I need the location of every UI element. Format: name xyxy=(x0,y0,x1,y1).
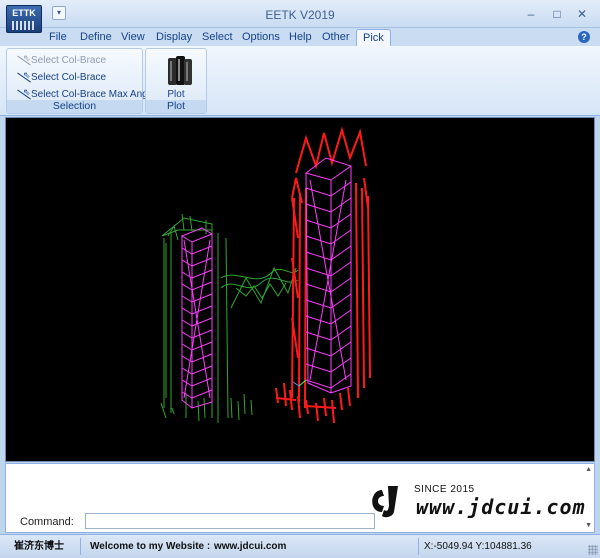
app-logo[interactable]: ETTK xyxy=(6,5,42,33)
ribbon-panel: Select Col-Brace Select Col-Brace Select… xyxy=(0,46,600,116)
status-website[interactable]: www.jdcui.com xyxy=(214,539,286,554)
command-input[interactable] xyxy=(85,513,375,529)
status-welcome: Welcome to my Website : xyxy=(90,541,211,552)
right-tower-wireframe xyxy=(275,126,371,424)
close-button[interactable]: ✕ xyxy=(573,6,591,22)
plot-button-label: Plot xyxy=(167,89,185,100)
status-coordinates: X:-5049.94 Y:104881.36 xyxy=(424,541,532,552)
watermark-url: www.jdcui.com xyxy=(416,495,586,519)
plot-group: Plot Plot xyxy=(145,48,207,114)
window-title: EETK V2019 xyxy=(265,8,335,22)
watermark-since: SINCE 2015 xyxy=(414,484,475,495)
selection-group-label: Selection xyxy=(7,100,142,113)
select-col-brace-max-angle-label: Select Col-Brace Max Angle xyxy=(31,89,156,100)
plot-icon[interactable] xyxy=(166,55,194,87)
status-bar: 崔济东博士 Welcome to my Website : www.jdcui.… xyxy=(0,534,600,558)
watermark: SINCE 2015 www.jdcui.com xyxy=(364,482,592,526)
selection-group: Select Col-Brace Select Col-Brace Select… xyxy=(6,48,156,114)
tab-select[interactable]: Select xyxy=(196,29,239,46)
tab-help[interactable]: Help xyxy=(283,29,318,46)
select-col-brace-button[interactable]: Select Col-Brace xyxy=(15,68,107,85)
structure-model-drawing[interactable] xyxy=(6,118,596,463)
tab-display[interactable]: Display xyxy=(150,29,198,46)
select-col-brace-disabled-button[interactable]: Select Col-Brace xyxy=(15,51,107,68)
app-logo-text: ETTK xyxy=(12,8,36,18)
tab-other[interactable]: Other xyxy=(316,29,356,46)
brace-select-icon xyxy=(15,51,31,67)
minimize-button[interactable]: – xyxy=(522,6,540,22)
model-viewport[interactable] xyxy=(5,117,595,462)
status-author: 崔济东博士 xyxy=(14,541,64,552)
brace-angle-icon xyxy=(15,85,31,101)
command-panel: ▲ ▼ SINCE 2015 www.jdcui.com Command: xyxy=(5,463,595,533)
plot-group-label: Plot xyxy=(146,100,206,113)
brace-select-icon xyxy=(15,68,31,84)
ribbon-tabs: File Define View Display Select Options … xyxy=(0,28,600,46)
select-col-brace-label: Select Col-Brace xyxy=(31,72,107,83)
left-tower-core xyxy=(180,227,214,409)
tab-view[interactable]: View xyxy=(115,29,151,46)
title-bar: ETTK ▾ EETK V2019 – □ ✕ xyxy=(0,0,600,33)
help-icon[interactable]: ? xyxy=(578,31,590,43)
tab-file[interactable]: File xyxy=(43,29,73,46)
select-col-brace-disabled-label: Select Col-Brace xyxy=(31,55,107,66)
tab-pick[interactable]: Pick xyxy=(356,29,391,46)
tab-options[interactable]: Options xyxy=(236,29,286,46)
tab-define[interactable]: Define xyxy=(74,29,118,46)
maximize-button[interactable]: □ xyxy=(548,6,566,22)
command-label: Command: xyxy=(20,516,74,528)
resize-grip-icon[interactable] xyxy=(588,545,598,555)
scroll-up-icon[interactable]: ▲ xyxy=(585,466,592,473)
right-tower-core xyxy=(304,157,353,394)
